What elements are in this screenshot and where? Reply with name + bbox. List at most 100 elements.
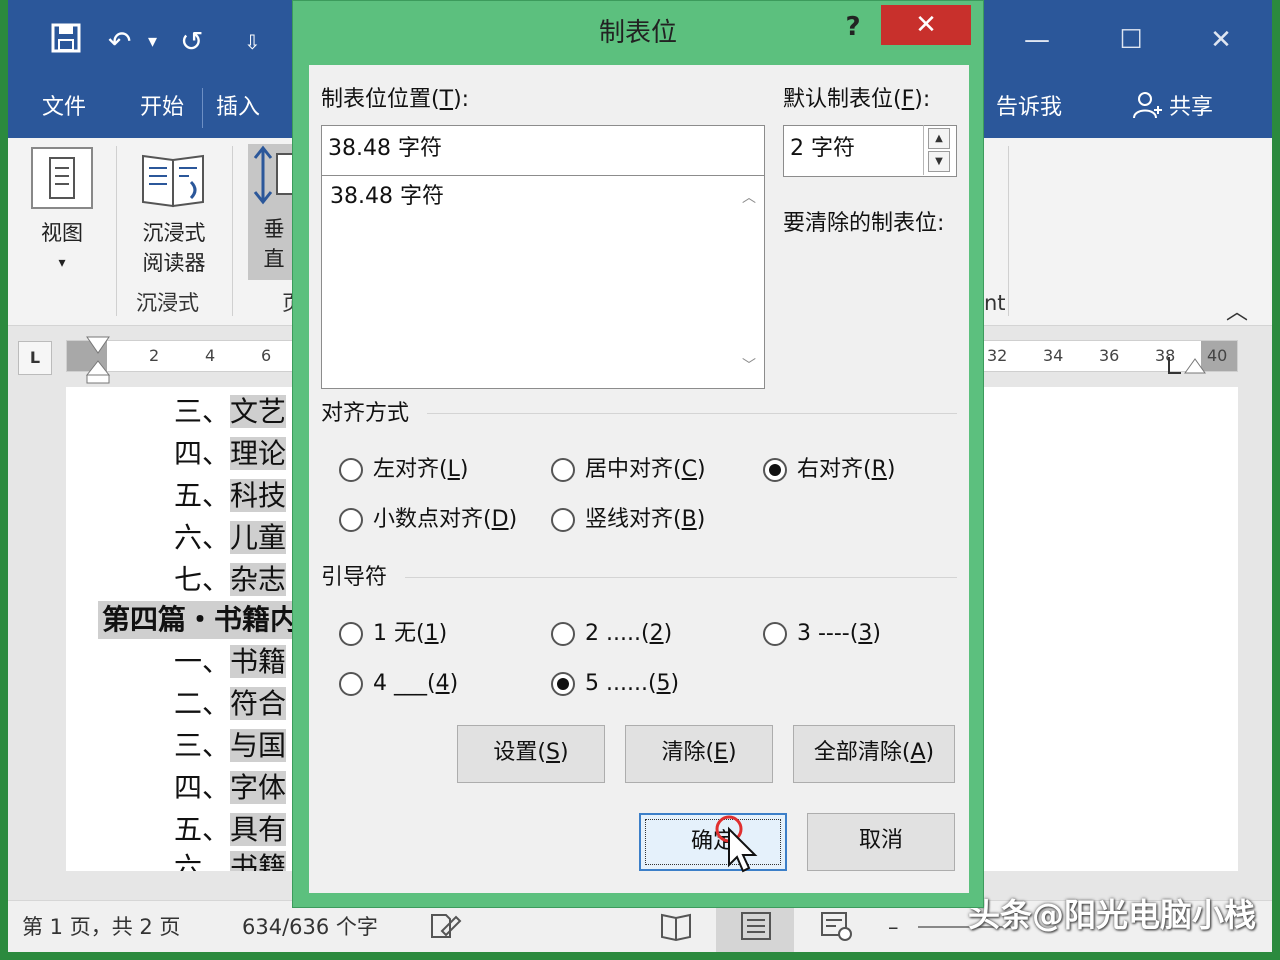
tab-file[interactable]: 文件 <box>42 90 86 126</box>
radio-circle-selected <box>551 672 575 696</box>
spin-up-icon[interactable]: ▲ <box>928 128 950 149</box>
doc-heading: 第四篇・书籍内 <box>98 601 303 639</box>
scroll-up-icon[interactable]: ︿ <box>742 190 756 206</box>
ribbon-separator <box>116 146 117 316</box>
immersive-reader-label-1: 沉浸式 <box>142 221 206 245</box>
minimize-icon[interactable]: — <box>1012 20 1062 60</box>
tab-separator <box>202 88 203 128</box>
view-button[interactable]: 视图 ▾ <box>28 146 96 278</box>
tab-selector[interactable]: L <box>18 341 52 375</box>
view-dropdown-icon: ▾ <box>58 255 66 271</box>
focus-ring <box>645 819 781 865</box>
immersive-reader-button[interactable]: 沉浸式 阅读器 <box>132 146 216 278</box>
zoom-out-button[interactable]: – <box>888 913 899 941</box>
undo-dropdown-icon[interactable]: ▾ <box>148 22 157 62</box>
doc-line: 七、杂志 <box>174 563 287 596</box>
radio-align-left[interactable]: 左对齐(L) <box>339 455 468 485</box>
share-label: 共享 <box>1169 95 1214 120</box>
immersive-reader-label-2: 阅读器 <box>142 251 206 275</box>
proofing-icon[interactable] <box>428 909 464 943</box>
close-icon[interactable]: ✕ <box>881 5 971 45</box>
read-mode-icon[interactable] <box>658 909 694 943</box>
doc-line: 三、与国 <box>174 729 287 762</box>
tab-position-input[interactable]: 38.48 字符 <box>321 125 765 177</box>
radio-align-bar[interactable]: 竖线对齐(B) <box>551 505 705 535</box>
doc-line: 三、文艺 <box>174 395 287 428</box>
customize-qat-icon[interactable]: ⇩ <box>244 22 261 62</box>
immersive-reader-icon <box>142 154 204 208</box>
tab-position-list[interactable]: 38.48 字符 ︿ ﹀ <box>321 175 765 389</box>
mouse-cursor-icon <box>715 815 758 873</box>
radio-circle <box>339 622 363 646</box>
web-layout-icon[interactable] <box>818 909 854 943</box>
doc-line: 五、具有 <box>174 813 287 846</box>
undo-icon[interactable]: ↶ <box>108 22 131 62</box>
radio-align-right[interactable]: 右对齐(R) <box>763 455 896 485</box>
ok-button[interactable]: 确定 <box>639 813 787 871</box>
set-button[interactable]: 设置(S) <box>457 725 605 783</box>
view-label: 视图 <box>41 221 83 245</box>
section-divider <box>405 577 957 578</box>
doc-line: 六、儿童 <box>174 521 287 554</box>
indent-marker-icon[interactable] <box>85 335 111 385</box>
alignment-label: 对齐方式 <box>321 401 410 426</box>
ribbon-separator <box>1008 146 1009 316</box>
ruler-number: 2 <box>149 346 160 365</box>
clear-all-button[interactable]: 全部清除(A) <box>793 725 955 783</box>
radio-circle <box>551 508 575 532</box>
tab-tell-me[interactable]: 告诉我 <box>996 90 1062 126</box>
radio-leader-1[interactable]: 1 无(1) <box>339 619 447 649</box>
person-icon <box>1133 92 1162 119</box>
redo-icon[interactable]: ↺ <box>180 22 203 62</box>
radio-align-center[interactable]: 居中对齐(C) <box>551 455 706 485</box>
tab-home[interactable]: 开始 <box>140 90 184 126</box>
clear-button[interactable]: 清除(E) <box>625 725 773 783</box>
radio-leader-5[interactable]: 5 ......(5) <box>551 669 679 699</box>
tab-position-label: 制表位位置(T): <box>321 87 470 112</box>
dialog-title: 制表位 <box>598 18 677 48</box>
tabs-dialog: 制表位 ? ✕ 制表位位置(T): 38.48 字符 38.48 字符 ︿ ﹀ … <box>292 0 984 908</box>
doc-line: 四、理论 <box>174 437 287 470</box>
default-tab-label: 默认制表位(F): <box>783 87 931 112</box>
dialog-body: 制表位位置(T): 38.48 字符 38.48 字符 ︿ ﹀ 默认制表位(F)… <box>309 65 969 893</box>
list-item[interactable]: 38.48 字符 <box>330 182 444 212</box>
radio-leader-4[interactable]: 4 ___(4) <box>339 669 458 699</box>
spin-down-icon[interactable]: ▼ <box>928 151 950 172</box>
watermark: 头条@阳光电脑小栈 <box>967 896 1256 934</box>
doc-line: 四、字体 <box>174 771 287 804</box>
word-count[interactable]: 634/636 个字 <box>242 913 378 941</box>
page-count[interactable]: 第 1 页，共 2 页 <box>22 913 180 941</box>
immersive-group-label: 沉浸式 <box>136 291 199 315</box>
default-tab-spinner[interactable]: ▲ ▼ <box>923 125 955 175</box>
radio-align-decimal[interactable]: 小数点对齐(D) <box>339 505 517 535</box>
section-divider <box>427 413 957 414</box>
clear-tabs-label: 要清除的制表位: <box>783 211 945 236</box>
radio-circle <box>339 672 363 696</box>
restore-icon[interactable]: ☐ <box>1106 20 1156 60</box>
help-icon[interactable]: ? <box>833 7 873 47</box>
close-window-icon[interactable]: ✕ <box>1196 20 1246 60</box>
ruler-number: 32 <box>987 346 1008 365</box>
ruler-number: 4 <box>205 346 216 365</box>
doc-line: 五、科技 <box>174 479 287 512</box>
radio-circle-selected <box>763 458 787 482</box>
print-layout-icon[interactable] <box>738 909 774 943</box>
radio-circle <box>339 458 363 482</box>
doc-line: 六、书籍 <box>174 849 287 871</box>
right-tab-marker-icon[interactable] <box>1167 355 1207 375</box>
radio-circle <box>339 508 363 532</box>
share-button[interactable]: 共享 <box>1132 90 1213 126</box>
ruler-number: 6 <box>261 346 272 365</box>
collapse-ribbon-icon[interactable]: ︿ <box>1226 298 1248 328</box>
save-icon[interactable] <box>50 22 82 65</box>
radio-circle <box>551 458 575 482</box>
radio-circle <box>551 622 575 646</box>
radio-leader-3[interactable]: 3 ----(3) <box>763 619 881 649</box>
group-label-partial: nt <box>984 291 1006 315</box>
tab-insert[interactable]: 插入 <box>216 90 260 126</box>
cancel-button[interactable]: 取消 <box>807 813 955 871</box>
scroll-down-icon[interactable]: ﹀ <box>742 358 756 374</box>
list-scrollbar[interactable]: ︿ ﹀ <box>736 176 764 388</box>
ruler-number: 34 <box>1043 346 1064 365</box>
radio-leader-2[interactable]: 2 .....(2) <box>551 619 672 649</box>
